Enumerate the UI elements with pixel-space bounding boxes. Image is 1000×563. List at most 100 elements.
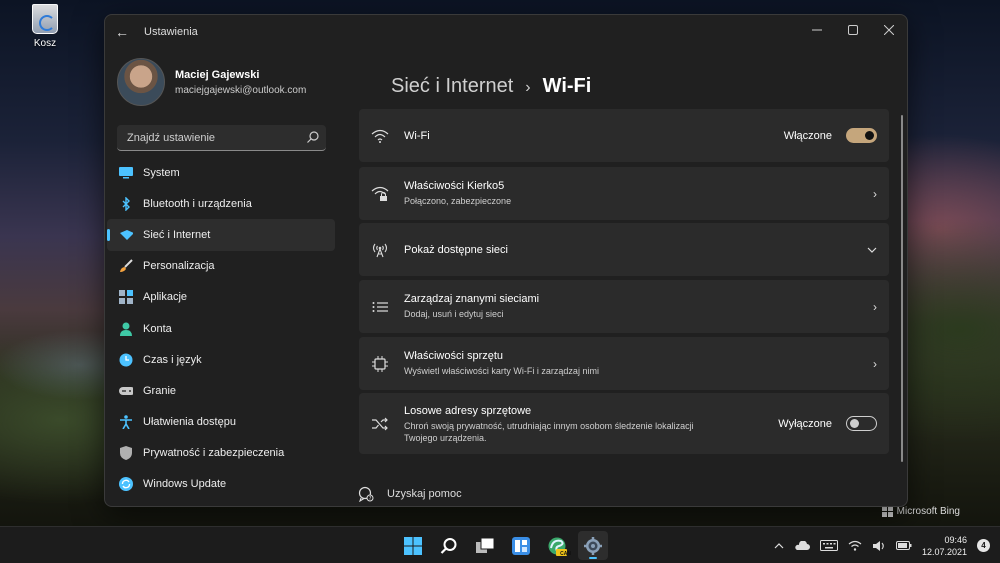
keyboard-icon[interactable] [819,540,838,551]
sidebar-item-shield[interactable]: Prywatność i zabezpieczenia [107,438,335,469]
notification-badge[interactable]: 4 [977,539,990,552]
settings-window: ← Ustawienia Maciej Gajewski maciejgajew… [104,14,908,507]
random-addresses-card: Losowe adresy sprzętowe Chroń swoją pryw… [359,393,889,454]
bluetooth-icon [119,196,133,211]
wifi-card[interactable]: Wi-Fi Włączone [359,109,889,162]
manage-networks-card[interactable]: Zarządzaj znanymi sieciami Dodaj, usuń i… [359,280,889,333]
breadcrumb-separator: › [525,79,531,96]
breadcrumb-parent[interactable]: Sieć i Internet [391,75,513,98]
search-input[interactable] [127,131,297,144]
volume-icon[interactable] [872,540,886,552]
update-icon [119,477,133,492]
wifi-status-label: Włączone [783,129,832,142]
battery-icon[interactable] [895,541,912,550]
chevron-up-icon[interactable] [774,542,784,549]
accessibility-icon [119,415,133,430]
gamepad-icon [119,384,133,398]
sidebar-item-label: Sieć i Internet [143,228,211,241]
back-arrow-icon[interactable]: ← [115,24,129,40]
window-controls [799,15,907,45]
breadcrumb: Sieć i Internet › Wi-Fi [391,75,591,98]
search-icon[interactable] [306,130,320,144]
avatar [117,58,165,106]
taskbar: CAN 09:46 12.07.2021 4 [0,526,1000,563]
list-icon [371,298,389,316]
shield-icon [119,446,133,461]
recycle-bin-shortcut[interactable]: Kosz [20,4,70,49]
sidebar-item-label: Bluetooth i urządzenia [143,197,252,210]
svg-text:?: ? [369,496,372,502]
page-title: Wi-Fi [542,75,592,97]
bing-watermark: Microsoft Bing [881,506,960,517]
sidebar-item-label: Personalizacja [143,260,215,273]
maximize-icon [848,25,858,35]
chip-icon [371,355,389,373]
task-view-button[interactable] [470,531,500,560]
wifi-toggle[interactable] [846,128,877,143]
available-networks-title: Pokaż dostępne sieci [404,243,508,256]
sidebar-item-update[interactable]: Windows Update [107,469,335,500]
title-bar[interactable]: ← Ustawienia [105,15,907,49]
sidebar-item-globe-clock[interactable]: Czas i język [107,344,335,375]
monitor-icon [119,166,133,180]
sidebar-item-label: Prywatność i zabezpieczenia [143,447,285,460]
sidebar-item-accessibility[interactable]: Ułatwienia dostępu [107,407,335,438]
get-help-link[interactable]: ? Uzyskaj pomoc [357,485,462,503]
minimize-button[interactable] [799,15,835,45]
sidebar-item-brush[interactable]: Personalizacja [107,251,335,282]
profile-email: maciejgajewski@outlook.com [175,84,307,96]
chevron-right-icon: › [873,186,877,201]
manage-networks-title: Zarządzaj znanymi sieciami [404,293,540,305]
wifi-lock-icon [371,185,389,203]
user-profile[interactable]: Maciej Gajewski maciejgajewski@outlook.c… [117,58,306,106]
sidebar-item-network[interactable]: Sieć i Internet [107,219,335,251]
search-icon [440,537,457,554]
hardware-properties-card[interactable]: Właściwości sprzętu Wyświetl właściwości… [359,337,889,390]
taskbar-search-button[interactable] [434,531,464,560]
start-icon [404,536,422,555]
globe-clock-icon [119,353,133,367]
available-networks-card[interactable]: Pokaż dostępne sieci [359,223,889,276]
onedrive-cloud-icon[interactable] [794,540,810,551]
widgets-button[interactable] [506,531,536,560]
widgets-icon [512,536,530,555]
wifi-icon [371,127,389,145]
maximize-button[interactable] [835,15,871,45]
sidebar-item-label: Granie [143,384,177,397]
sidebar-item-label: Czas i język [143,353,202,366]
settings-taskbar-button[interactable] [578,531,608,560]
sidebar-item-bluetooth[interactable]: Bluetooth i urządzenia [107,188,335,219]
settings-search[interactable] [117,125,326,151]
help-chat-icon: ? [357,485,375,503]
manage-networks-subtitle: Dodaj, usuń i edytuj sieci [404,309,504,319]
clock[interactable]: 09:46 12.07.2021 [922,534,967,558]
sidebar-item-label: Konta [143,322,172,335]
sidebar-item-monitor[interactable]: System [107,157,335,188]
sidebar-item-gamepad[interactable]: Granie [107,375,335,406]
profile-name: Maciej Gajewski [175,68,260,81]
content-scrollbar[interactable] [901,115,903,462]
wifi-title: Wi-Fi [404,129,430,142]
edge-canary-button[interactable]: CAN [542,531,572,560]
sidebar-nav: System Bluetooth i urządzenia Sieć i Inter… [105,157,337,500]
system-tray: 09:46 12.07.2021 4 [774,527,990,563]
hardware-properties-subtitle: Wyświetl właściwości karty Wi-Fi i zarzą… [404,366,599,376]
wifi-tray-icon[interactable] [848,540,862,551]
antenna-icon [371,241,389,259]
sidebar-item-apps[interactable]: Aplikacje [107,282,335,313]
sidebar-item-person[interactable]: Konta [107,313,335,344]
watermark-label: Microsoft Bing [896,506,960,517]
taskbar-apps: CAN [398,531,608,560]
close-button[interactable] [871,15,907,45]
network-icon [119,228,133,242]
random-addresses-toggle[interactable] [846,416,877,431]
person-icon [119,322,133,336]
random-addresses-subtitle-line1: Chroń swoją prywatność, utrudniając inny… [404,421,694,431]
network-properties-card[interactable]: Właściwości Kierko5 Połączono, zabezpiec… [359,167,889,220]
sidebar-item-label: Aplikacje [143,291,188,304]
recycle-bin-label: Kosz [33,38,57,49]
microsoft-logo-icon [881,506,893,517]
start-button[interactable] [398,531,428,560]
edge-canary-badge: CAN [560,551,571,557]
settings-icon [584,536,602,555]
